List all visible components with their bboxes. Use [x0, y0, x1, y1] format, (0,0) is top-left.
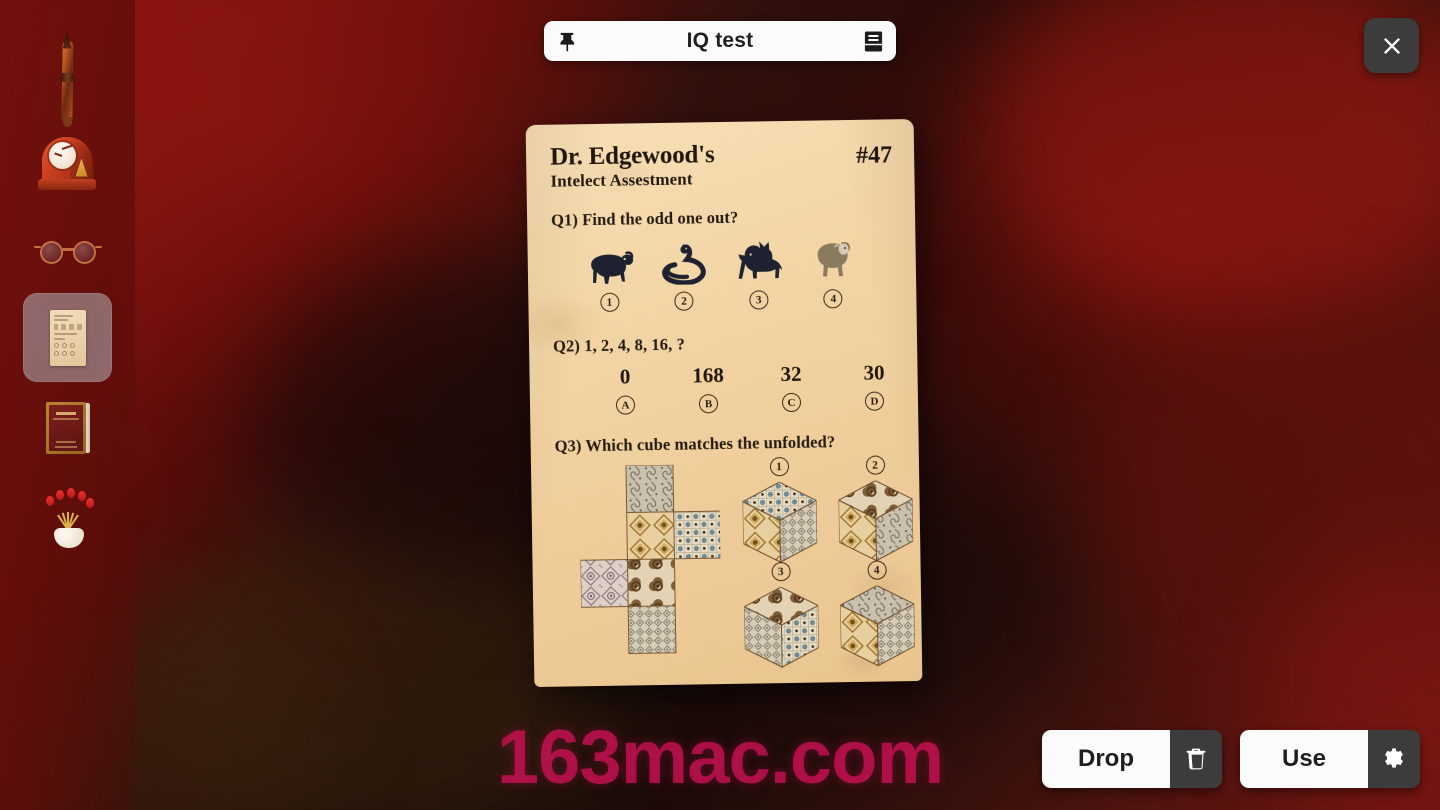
q2-option-a[interactable]: 0 A [603, 364, 647, 415]
use-button[interactable]: Use [1240, 730, 1420, 788]
book-icon[interactable] [850, 30, 896, 53]
question-q1: Q1) Find the odd one out? 1 2 3 4 [551, 206, 895, 313]
item-title: IQ test [686, 29, 754, 52]
flower-vase-icon [36, 486, 100, 550]
q1-option-1[interactable]: 1 [571, 237, 646, 313]
q3-prompt: Q3) Which cube matches the unfolded? [554, 432, 836, 456]
q3-option-4-label: 4 [866, 560, 887, 581]
dog-icon [729, 235, 788, 284]
q2-option-d[interactable]: 30 D [852, 361, 896, 412]
will-book-icon [36, 396, 100, 460]
q3-option-2-label: 2 [865, 455, 885, 476]
drop-button-label: Drop [1042, 730, 1170, 788]
q1-option-4-label: 4 [823, 289, 843, 309]
cube-icon [741, 481, 818, 565]
q2-option-c-value: 32 [780, 362, 802, 387]
document-number: #47 [855, 142, 893, 169]
q2-option-a-label: A [615, 395, 636, 415]
round-glasses-icon [33, 219, 102, 283]
sheep-icon [803, 234, 862, 283]
ram-icon [579, 238, 638, 287]
q1-option-1-label: 1 [599, 292, 620, 313]
fountain-pen-icon [36, 32, 100, 127]
document-subtitle: Intelect Assestment [550, 169, 693, 191]
q3-option-3[interactable]: 3 [733, 562, 831, 670]
q1-option-3[interactable]: 3 [721, 235, 796, 310]
cube-net-diagram [579, 464, 722, 655]
close-icon [1383, 37, 1400, 54]
drop-button[interactable]: Drop [1042, 730, 1222, 788]
q2-option-d-label: D [864, 391, 885, 412]
action-bar: Drop Use [1042, 730, 1420, 788]
question-q3: Q3) Which cube matches the unfolded? 1 2… [554, 432, 916, 687]
q2-option-a-value: 0 [619, 364, 631, 389]
q2-option-c-label: C [781, 393, 802, 413]
q3-option-4[interactable]: 4 [829, 560, 923, 668]
inventory-slot-iq-test-paper[interactable] [23, 293, 112, 382]
q3-option-1[interactable]: 1 [731, 457, 829, 565]
inventory-slot-fountain-pen[interactable] [23, 26, 112, 127]
q2-option-b-label: B [698, 394, 719, 414]
document-header: Dr. Edgewood's Intelect Assestment #47 [550, 139, 893, 192]
use-button-label: Use [1240, 730, 1368, 788]
q2-option-b[interactable]: 168 B [686, 363, 730, 414]
background-shadow-blob [1090, 300, 1440, 730]
q1-option-2[interactable]: 2 [646, 236, 721, 312]
inventory-rail [0, 0, 135, 810]
q2-option-d-value: 30 [863, 360, 885, 386]
iq-test-paper-icon [36, 306, 100, 370]
mantel-clock-icon [36, 129, 100, 193]
q3-option-2[interactable]: 2 [827, 455, 923, 563]
q1-option-3-label: 3 [749, 290, 769, 310]
gear-icon[interactable] [1368, 730, 1420, 788]
pin-icon[interactable] [544, 30, 590, 52]
cube-icon [837, 480, 914, 563]
inventory-slot-mantel-clock[interactable] [23, 116, 112, 205]
q1-option-2-label: 2 [674, 291, 694, 312]
cube-icon [743, 586, 820, 670]
q2-option-c[interactable]: 32 C [769, 362, 813, 413]
iq-test-document[interactable]: Dr. Edgewood's Intelect Assestment #47 Q… [525, 118, 923, 688]
inventory-slot-flower-vase[interactable] [23, 473, 112, 562]
inventory-slot-round-glasses[interactable] [23, 206, 112, 295]
q1-option-4[interactable]: 4 [795, 234, 870, 309]
q3-option-3-label: 3 [771, 562, 791, 582]
snake-icon [654, 236, 713, 286]
cube-icon [839, 585, 916, 668]
question-q2: Q2) 1, 2, 4, 8, 16, ? 0 A 168 B 32 C 30 … [553, 332, 896, 416]
inventory-slot-will-book[interactable] [23, 383, 112, 472]
q3-option-1-label: 1 [769, 457, 789, 477]
close-button[interactable] [1364, 18, 1419, 73]
q2-option-b-value: 168 [692, 363, 725, 388]
cube-options: 1 2 3 4 [731, 455, 923, 669]
trash-icon[interactable] [1170, 730, 1222, 788]
document-title: Dr. Edgewood's [549, 141, 715, 171]
item-title-bar: IQ test [544, 21, 896, 61]
